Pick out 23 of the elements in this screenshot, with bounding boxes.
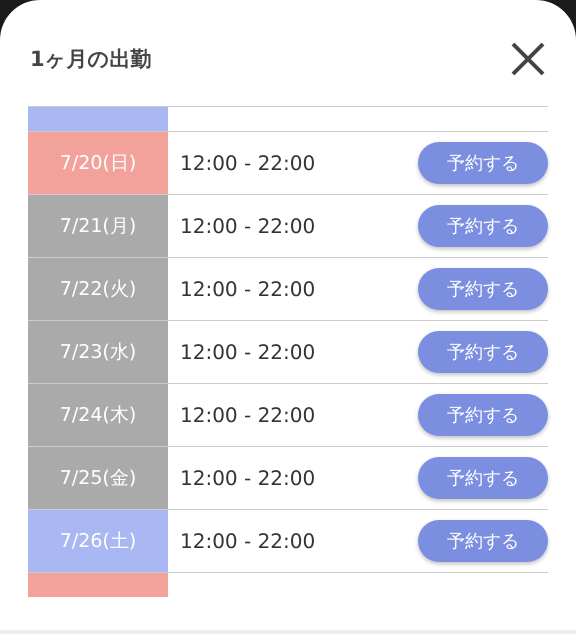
reserve-button[interactable]: 予約する bbox=[418, 142, 548, 184]
shift-time: 12:00 - 22:00 bbox=[180, 214, 316, 238]
reserve-button[interactable]: 予約する bbox=[418, 331, 548, 373]
shift-time: 12:00 - 22:00 bbox=[180, 403, 316, 427]
reserve-button[interactable]: 予約する bbox=[418, 394, 548, 436]
date-cell: 7/24(木) bbox=[28, 384, 168, 446]
reserve-button[interactable]: 予約する bbox=[418, 268, 548, 310]
date-cell: 7/20(日) bbox=[28, 132, 168, 194]
shift-time: 12:00 - 22:00 bbox=[180, 277, 316, 301]
shift-time: 12:00 - 22:00 bbox=[180, 340, 316, 364]
shift-time: 12:00 - 22:00 bbox=[180, 529, 316, 553]
reserve-button[interactable]: 予約する bbox=[418, 205, 548, 247]
date-cell: 7/23(水) bbox=[28, 321, 168, 383]
shift-time: 12:00 - 22:00 bbox=[180, 466, 316, 490]
sheet-title: 1ヶ月の出勤 bbox=[30, 46, 152, 73]
date-cell: 7/21(月) bbox=[28, 195, 168, 257]
reserve-button[interactable]: 予約する bbox=[418, 457, 548, 499]
shift-time: 12:00 - 22:00 bbox=[180, 151, 316, 175]
date-cell: 7/26(土) bbox=[28, 510, 168, 572]
date-cell: 7/25(金) bbox=[28, 447, 168, 509]
close-icon[interactable] bbox=[510, 41, 546, 77]
date-cell: 7/22(火) bbox=[28, 258, 168, 320]
reserve-button[interactable]: 予約する bbox=[418, 520, 548, 562]
